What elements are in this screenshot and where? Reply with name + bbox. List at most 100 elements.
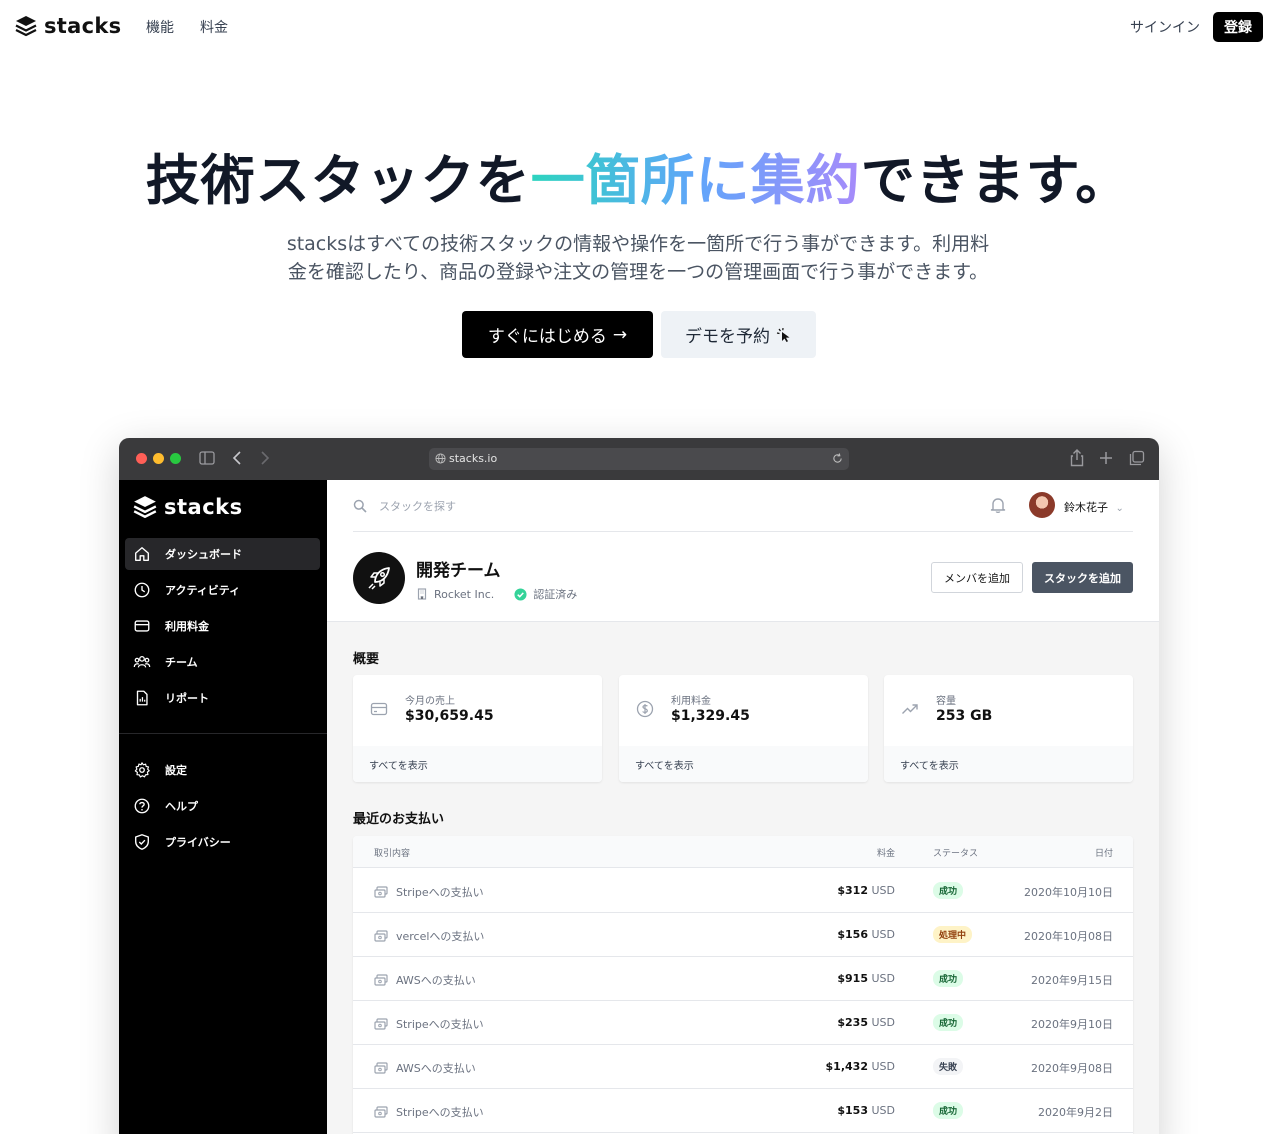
transaction-description: Stripeへの支払い: [374, 1016, 484, 1032]
transaction-label: AWSへの支払い: [396, 1062, 476, 1075]
new-tab-icon[interactable]: [1099, 451, 1113, 465]
back-icon[interactable]: [232, 451, 242, 465]
transaction-date: 2020年9月10日: [1031, 1018, 1113, 1031]
browser-toolbar: stacks.io: [119, 438, 1159, 480]
home-icon: [135, 547, 149, 561]
sidebar-item-help[interactable]: ヘルプ: [125, 790, 320, 822]
chevron-down-icon: ⌄: [1115, 503, 1124, 514]
table-row[interactable]: AWSへの支払い $915 USD 成功 2020年9月15日: [353, 957, 1133, 1001]
close-window-dot[interactable]: [136, 453, 147, 464]
app-brand-logo[interactable]: stacks: [132, 494, 243, 520]
transaction-label: Stripeへの支払い: [396, 1106, 484, 1119]
team-logo: [353, 552, 405, 604]
avatar[interactable]: [1029, 492, 1055, 518]
team-verified-status: 認証済み: [533, 588, 578, 601]
dollar-icon: [636, 700, 654, 718]
transaction-date: 2020年10月08日: [1024, 930, 1113, 943]
amount-currency: USD: [871, 884, 895, 897]
sidebar-item-privacy[interactable]: プライバシー: [125, 826, 320, 858]
amount-currency: USD: [871, 1060, 895, 1073]
table-row[interactable]: AWSへの支払い $1,432 USD 失敗 2020年9月08日: [353, 1045, 1133, 1089]
brand-logo[interactable]: stacks: [14, 14, 121, 38]
column-header-amount: 料金: [876, 849, 895, 859]
transaction-label: vercelへの支払い: [396, 930, 485, 943]
help-icon: [134, 798, 150, 814]
tabs-overview-icon[interactable]: [1129, 450, 1145, 466]
view-all-link[interactable]: すべてを表示: [619, 746, 868, 782]
sidebar-item-label: 設定: [165, 764, 187, 777]
sidebar-item-team[interactable]: チーム: [125, 646, 320, 678]
app-sidebar: stacks ダッシュボード アクティビティ 利用料金 チーム リポート 設定: [119, 480, 327, 1134]
maximize-window-dot[interactable]: [170, 453, 181, 464]
transaction-description: AWSへの支払い: [374, 1060, 476, 1076]
amount-currency: USD: [871, 1104, 895, 1117]
transaction-description: vercelへの支払い: [374, 928, 484, 944]
sidebar-item-settings[interactable]: 設定: [125, 754, 320, 786]
sidebar-item-label: アクティビティ: [165, 584, 241, 597]
transaction-date: 2020年10月10日: [1024, 886, 1113, 899]
table-row[interactable]: Stripeへの支払い $153 USD 成功 2020年9月2日: [353, 1089, 1133, 1133]
sidebar-item-label: リポート: [165, 692, 209, 705]
sidebar-divider: [119, 733, 327, 734]
view-all-link[interactable]: すべてを表示: [884, 746, 1133, 782]
status-badge: 成功: [933, 970, 964, 987]
signin-link[interactable]: サインイン: [1130, 17, 1200, 37]
cash-icon: [374, 1106, 388, 1118]
verified-check-icon: [514, 587, 527, 601]
nav-link-pricing[interactable]: 料金: [200, 17, 228, 37]
sidebar-item-activity[interactable]: アクティビティ: [125, 574, 320, 606]
user-menu[interactable]: 鈴木花子 ⌄: [1064, 499, 1124, 515]
cash-icon: [374, 886, 388, 898]
book-demo-button[interactable]: デモを予約: [661, 311, 816, 358]
arrow-right-icon: →: [612, 324, 628, 345]
register-button[interactable]: 登録: [1213, 12, 1263, 42]
sidebar-item-label: チーム: [165, 656, 198, 669]
cash-icon: [374, 1018, 388, 1030]
header-divider: [353, 531, 1133, 532]
book-demo-label: デモを予約: [685, 327, 770, 347]
gear-icon: [134, 762, 150, 778]
app-brand-name: stacks: [164, 495, 243, 519]
stacks-logo-icon: [15, 16, 37, 37]
transaction-description: Stripeへの支払い: [374, 884, 484, 900]
minimize-window-dot[interactable]: [153, 453, 164, 464]
card-icon: [370, 702, 388, 716]
view-all-link[interactable]: すべてを表示: [353, 746, 602, 782]
transaction-date: 2020年9月15日: [1031, 974, 1113, 987]
hero-title-end: できます。: [860, 149, 1131, 212]
stat-card-billing: 利用料金 $1,329.45 すべてを表示: [619, 675, 868, 782]
get-started-label: すぐにはじめる: [487, 327, 607, 347]
rocket-icon: [368, 567, 390, 590]
bell-icon[interactable]: [989, 496, 1007, 514]
hero-title: 技術スタックを一箇所に集約できます。: [0, 146, 1276, 216]
table-row[interactable]: Stripeへの支払い $312 USD 成功 2020年10月10日: [353, 869, 1133, 913]
table-row[interactable]: vercelへの支払い $156 USD 処理中 2020年10月08日: [353, 913, 1133, 957]
hero-title-highlight: 一箇所に集約: [530, 149, 861, 212]
reload-icon[interactable]: [832, 453, 843, 464]
sidebar-item-report[interactable]: リポート: [125, 682, 320, 714]
amount-value: $312: [837, 884, 868, 897]
nav-link-features[interactable]: 機能: [146, 17, 174, 37]
browser-window: stacks.io stacks ダッシュボード アクティビティ 利用料金 チー…: [119, 438, 1159, 1134]
table-row[interactable]: Stripeへの支払い $235 USD 成功 2020年9月10日: [353, 1001, 1133, 1045]
hero-subtitle-line-2: 金を確認したり、商品の登録や注文の管理を一つの管理画面で行う事ができます。: [287, 261, 989, 283]
stat-label: 容量: [936, 696, 956, 707]
get-started-button[interactable]: すぐにはじめる →: [462, 311, 653, 358]
stat-value: 253 GB: [936, 708, 993, 724]
user-name: 鈴木花子: [1064, 501, 1108, 514]
amount-currency: USD: [871, 972, 895, 985]
address-bar[interactable]: stacks.io: [429, 448, 849, 470]
sidebar-toggle-icon[interactable]: [199, 451, 215, 465]
status-badge: 成功: [933, 1102, 964, 1119]
share-icon[interactable]: [1070, 449, 1084, 467]
team-meta: Rocket Inc. 認証済み: [416, 586, 577, 602]
forward-icon[interactable]: [260, 451, 270, 465]
search-input[interactable]: スタックを探す: [353, 498, 456, 514]
sidebar-item-billing[interactable]: 利用料金: [125, 610, 320, 642]
amount-value: $915: [837, 972, 868, 985]
add-member-button[interactable]: メンバを追加: [931, 562, 1023, 593]
transaction-amount: $235 USD: [837, 1016, 895, 1029]
status-badge: 処理中: [933, 926, 973, 943]
sidebar-item-dashboard[interactable]: ダッシュボード: [125, 538, 320, 570]
add-stack-button[interactable]: スタックを追加: [1032, 562, 1133, 593]
